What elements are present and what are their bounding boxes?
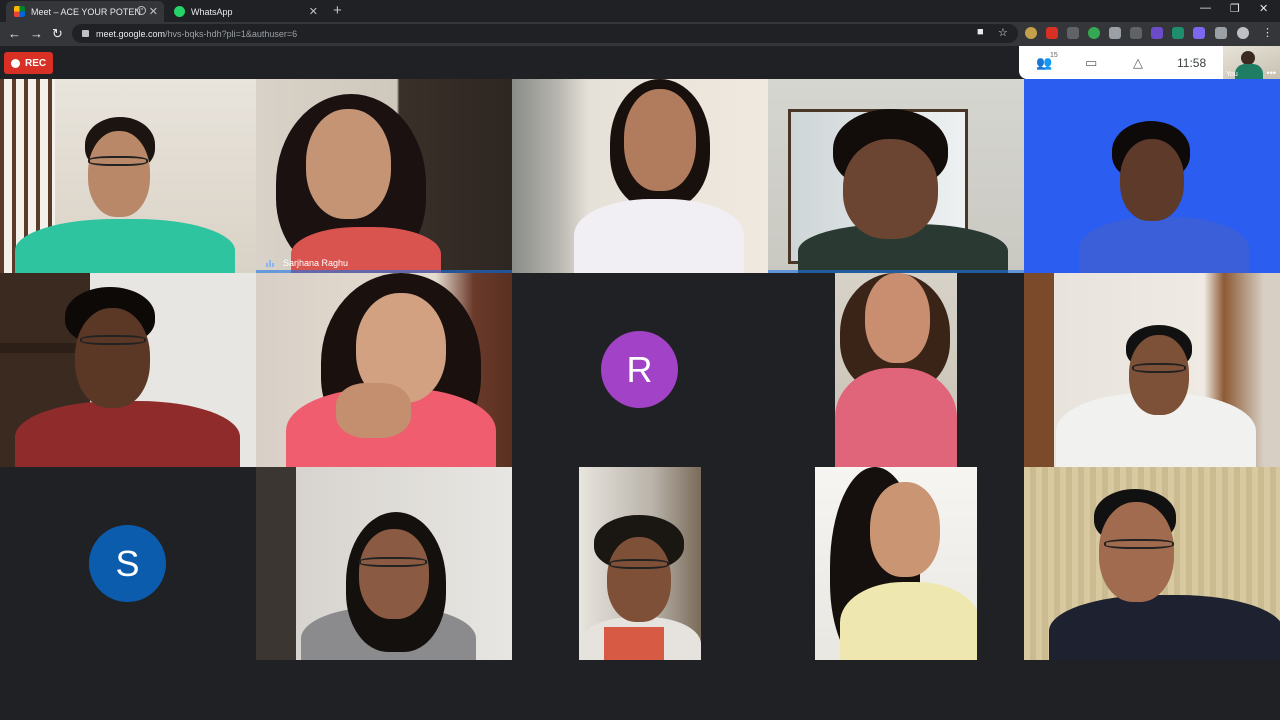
puzzle-extensions-icon[interactable] <box>1215 27 1227 39</box>
extension-icon[interactable] <box>1088 27 1100 39</box>
participant-tile[interactable] <box>835 273 957 467</box>
participant-avatar-s: S <box>89 525 166 602</box>
tab-whatsapp[interactable]: WhatsApp ✕ <box>166 1 324 22</box>
camera-in-use-icon[interactable]: ■ <box>977 26 984 38</box>
more-options-icon[interactable]: ••• <box>1267 68 1276 78</box>
participants-count: 15 <box>1050 52 1058 59</box>
participant-tile[interactable] <box>815 467 977 660</box>
tab-audio-icon <box>137 6 146 15</box>
self-label: You <box>1226 71 1238 78</box>
participant-tile-speaking[interactable] <box>768 79 1024 273</box>
participant-tile-avatar[interactable]: R <box>512 273 768 467</box>
participant-body <box>574 199 744 273</box>
participant-glasses <box>609 559 669 569</box>
participant-face <box>75 308 150 408</box>
extension-icon[interactable] <box>1130 27 1142 39</box>
participant-name-label: Sarjhana Raghu <box>266 258 348 268</box>
back-arrow-icon[interactable]: ← <box>8 26 21 42</box>
participant-tile[interactable] <box>256 273 512 467</box>
profile-avatar[interactable] <box>1237 27 1249 39</box>
participant-body <box>835 368 957 467</box>
self-body <box>1235 64 1263 79</box>
participant-face <box>870 482 940 577</box>
close-window-button[interactable]: ✕ <box>1259 2 1268 15</box>
speaker-name: Sarjhana Raghu <box>283 258 349 268</box>
participant-face <box>624 89 696 191</box>
tab-whatsapp-title: WhatsApp <box>191 6 233 17</box>
participant-face <box>843 139 938 239</box>
url-path: /hvs-bqks-hdh?pli=1&authuser=6 <box>165 28 298 39</box>
whatsapp-favicon-icon <box>174 6 185 17</box>
bookmark-star-icon[interactable]: ☆ <box>998 26 1008 39</box>
lock-icon <box>82 30 89 37</box>
participant-tile[interactable] <box>1024 467 1280 660</box>
meeting-clock: 11:58 <box>1177 56 1207 70</box>
participant-body <box>840 582 977 660</box>
extension-icon[interactable] <box>1109 27 1121 39</box>
extension-icon[interactable] <box>1025 27 1037 39</box>
reload-icon[interactable]: ↻ <box>52 26 63 42</box>
new-tab-button[interactable]: + <box>333 2 342 19</box>
audio-level-icon <box>266 259 275 267</box>
participant-face <box>359 529 429 619</box>
tab-meet-title: Meet – ACE YOUR POTENTIAL <box>31 6 143 17</box>
participant-face <box>1099 502 1174 602</box>
participant-body <box>15 219 235 273</box>
extension-icon[interactable] <box>1172 27 1184 39</box>
participant-glasses <box>1132 363 1186 373</box>
participant-glasses <box>80 335 146 345</box>
browser-tab-strip: Meet – ACE YOUR POTENTIAL ✕ WhatsApp ✕ +… <box>0 0 1280 22</box>
record-dot-icon <box>11 58 20 68</box>
participant-tile[interactable] <box>0 79 256 273</box>
participant-tile-avatar[interactable]: S <box>0 467 256 660</box>
participant-glasses <box>88 156 148 166</box>
participant-tile[interactable] <box>512 79 768 273</box>
participant-tile[interactable] <box>1024 273 1280 467</box>
participant-tile[interactable] <box>579 467 701 660</box>
minimize-window-button[interactable]: — <box>1200 2 1211 14</box>
participant-face <box>1120 139 1184 221</box>
recording-badge: REC <box>4 52 53 74</box>
extension-icon[interactable] <box>1067 27 1079 39</box>
extension-icon[interactable] <box>1193 27 1205 39</box>
participant-face <box>607 537 671 622</box>
participant-hands <box>336 383 411 438</box>
participant-glasses <box>1104 539 1174 549</box>
forward-arrow-icon[interactable]: → <box>30 26 43 42</box>
tab-meet[interactable]: Meet – ACE YOUR POTENTIAL ✕ <box>6 1 164 22</box>
participant-tile[interactable] <box>256 467 512 660</box>
participant-tile[interactable] <box>0 273 256 467</box>
self-head <box>1241 51 1255 65</box>
kebab-menu-icon[interactable]: ⋮ <box>1262 26 1273 39</box>
self-view-tile[interactable]: You ••• <box>1223 46 1280 79</box>
participant-tile-speaking[interactable]: Sarjhana Raghu <box>256 79 512 273</box>
participant-body <box>1079 217 1249 273</box>
participant-avatar-r: R <box>601 331 678 408</box>
extension-icon[interactable] <box>1151 27 1163 39</box>
close-tab-icon[interactable]: ✕ <box>149 5 158 18</box>
participant-tile[interactable] <box>1024 79 1280 273</box>
recording-label: REC <box>25 57 47 69</box>
extension-icon[interactable] <box>1046 27 1058 39</box>
close-tab-icon[interactable]: ✕ <box>309 5 318 18</box>
participant-face <box>865 273 930 363</box>
meet-stage: Sarjhana Raghu R S REC 👥 15 ▭ △ 11:58 Yo… <box>0 46 1280 720</box>
participant-shirt <box>604 627 664 660</box>
participant-face <box>306 109 391 219</box>
browser-toolbar: ← → ↻ meet.google.com /hvs-bqks-hdh?pli=… <box>0 22 1280 46</box>
activities-icon[interactable]: △ <box>1133 55 1143 71</box>
chat-icon[interactable]: ▭ <box>1085 55 1097 71</box>
participant-face <box>88 131 150 217</box>
url-host: meet.google.com <box>96 28 166 39</box>
restore-window-button[interactable]: ❐ <box>1230 2 1240 15</box>
meet-favicon-icon <box>14 6 25 17</box>
meet-top-bar: 👥 15 ▭ △ 11:58 <box>1019 46 1223 79</box>
participant-body <box>1049 595 1280 660</box>
address-bar[interactable]: meet.google.com /hvs-bqks-hdh?pli=1&auth… <box>72 24 1018 43</box>
participant-face <box>1129 335 1189 415</box>
participant-glasses <box>359 557 427 567</box>
participant-body <box>15 401 240 467</box>
